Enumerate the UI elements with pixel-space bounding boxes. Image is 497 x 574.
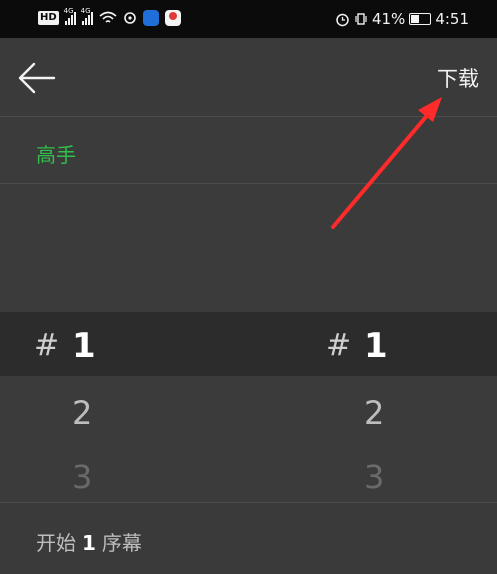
start-suffix: 序幕 [101,531,142,555]
top-app-bar: 下载 [0,38,497,117]
picker-left[interactable]: # 1 2 3 [34,312,234,502]
signal-icon: 4G [64,7,76,25]
sync-icon [123,12,136,24]
status-right: 41% 4:51 [335,10,469,28]
picker-left-prefix: # [34,328,60,363]
arrow-left-icon [18,62,56,94]
start-number: 1 [82,531,96,555]
start-text: 开始 1 序幕 [36,527,142,556]
picker-left-option[interactable]: 3 [72,458,92,496]
vibrate-icon [355,13,367,25]
picker-right-option[interactable]: 3 [364,458,384,496]
start-prefix: 开始 [36,531,76,555]
back-button[interactable] [14,58,60,98]
shield-app-icon [142,10,159,26]
picker-right-option[interactable]: 2 [364,394,384,432]
location-app-icon [164,10,181,26]
alarm-icon [336,13,349,26]
download-button[interactable]: 下载 [437,63,479,93]
picker-right[interactable]: # 1 2 3 [326,312,497,502]
status-bar: HD 4G 4G 41% 4:51 [0,0,497,38]
difficulty-label: 高手 [36,143,76,167]
difficulty-row[interactable]: 高手 [0,117,497,184]
app-screen: HD 4G 4G 41% 4:51 下载 高手 # 1 2 3 # 1 2 3 … [0,0,497,574]
start-bar[interactable]: 开始 1 序幕 [0,502,497,574]
picker-right-selected[interactable]: 1 [364,326,388,366]
wifi-icon [99,11,117,23]
battery-icon [409,13,432,25]
hd-icon: HD [38,11,59,25]
picker-right-prefix: # [326,328,352,363]
status-left: HD 4G 4G [38,7,181,26]
clock: 4:51 [435,10,469,28]
signal-icon: 4G [81,7,93,25]
content-area [0,184,497,312]
picker-left-selected[interactable]: 1 [72,326,96,366]
picker-left-option[interactable]: 2 [72,394,92,432]
battery-percent: 41% [371,10,406,28]
